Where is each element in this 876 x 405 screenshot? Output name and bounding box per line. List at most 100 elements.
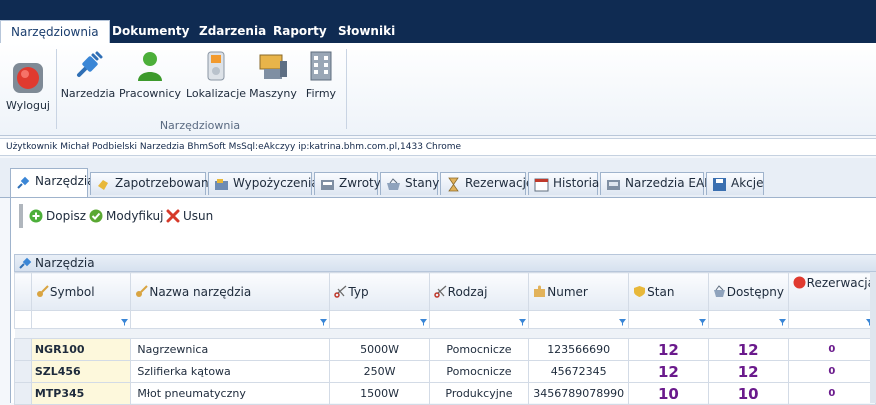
cell-kind[interactable]: Pomocnicze bbox=[428, 360, 530, 383]
tab-historia[interactable]: Historia bbox=[528, 172, 599, 195]
cell-type[interactable]: 250W bbox=[329, 360, 430, 383]
cell-symbol[interactable]: MTP345 bbox=[30, 382, 132, 405]
column-header-symbol[interactable]: Symbol bbox=[30, 272, 132, 311]
tab-zapotrzebowania[interactable]: Zapotrzebowania bbox=[90, 172, 219, 195]
filter-cell-symbol[interactable] bbox=[30, 310, 132, 329]
cell-reservation[interactable]: 0 bbox=[787, 338, 876, 361]
key-icon bbox=[36, 284, 49, 297]
tools-grid: Symbol Nazwa narzędzia Typ Rodzaj Numer … bbox=[14, 272, 876, 405]
ribbon-narzedzia-button[interactable]: Narzedzia bbox=[60, 49, 116, 100]
tab-akcje[interactable]: Akcje bbox=[706, 172, 764, 195]
tab-wypozyczenia[interactable]: Wypożyczenia bbox=[208, 172, 319, 195]
location-device-icon bbox=[207, 51, 225, 81]
filter-cell-rezerwacja[interactable] bbox=[787, 310, 876, 329]
ribbon-separator bbox=[346, 49, 347, 129]
row-header[interactable] bbox=[14, 360, 32, 383]
add-button[interactable]: Dopisz bbox=[29, 207, 86, 225]
cell-number[interactable]: 123566690 bbox=[528, 338, 630, 361]
basket-icon bbox=[387, 178, 400, 190]
calendar-icon bbox=[534, 178, 549, 192]
tab-stany[interactable]: Stany bbox=[380, 172, 439, 195]
menu-tab-slowniki[interactable]: Słowniki bbox=[328, 20, 405, 43]
hourglass-icon bbox=[448, 177, 459, 192]
filter-cell-stan[interactable] bbox=[628, 310, 709, 329]
cell-stan[interactable]: 12 bbox=[628, 360, 709, 383]
edit-label: Modyfikuj bbox=[106, 209, 164, 223]
filter-cell-dostepny[interactable] bbox=[707, 310, 789, 329]
vertical-scrollbar[interactable] bbox=[870, 272, 876, 403]
table-row[interactable]: MTP345 Młot pneumatyczny 1500W Produkcyj… bbox=[14, 382, 876, 405]
menu-tab-raporty[interactable]: Raporty bbox=[263, 20, 337, 43]
cell-symbol[interactable]: SZL456 bbox=[30, 360, 132, 383]
column-header-dostepny[interactable]: Dostępny bbox=[707, 272, 789, 311]
ribbon-maszyny-button[interactable]: Maszyny bbox=[249, 49, 297, 100]
edit-button[interactable]: Modyfikuj bbox=[89, 207, 164, 225]
add-label: Dopisz bbox=[46, 209, 87, 223]
row-header[interactable] bbox=[14, 338, 32, 361]
filter-cell-typ[interactable] bbox=[329, 310, 430, 329]
column-header-nazwa-label: Nazwa narzędzia bbox=[149, 284, 252, 299]
main-menu-bar: Narzędziownia Dokumenty Zdarzenia Raport… bbox=[0, 0, 876, 44]
cell-symbol[interactable]: NGR100 bbox=[30, 338, 132, 361]
cell-name[interactable]: Szlifierka kątowa bbox=[130, 360, 331, 383]
logout-label: Wyloguj bbox=[6, 99, 50, 112]
cell-reservation[interactable]: 0 bbox=[787, 382, 876, 405]
cell-kind[interactable]: Pomocnicze bbox=[428, 338, 530, 361]
table-row[interactable]: NGR100 Nagrzewnica 5000W Pomocnicze 1235… bbox=[14, 338, 876, 361]
tab-rezerwacje[interactable]: Rezerwacje bbox=[440, 172, 533, 195]
cell-name[interactable]: Nagrzewnica bbox=[130, 338, 331, 361]
column-header-rodzaj-label: Rodzaj bbox=[447, 284, 488, 299]
cell-type[interactable]: 5000W bbox=[329, 338, 430, 361]
delete-button[interactable]: Usun bbox=[166, 207, 213, 225]
column-header-stan-label: Stan bbox=[647, 284, 675, 299]
filter-cell-nazwa[interactable] bbox=[130, 310, 331, 329]
cell-kind[interactable]: Produkcyjne bbox=[428, 382, 530, 405]
table-row[interactable]: SZL456 Szlifierka kątowa 250W Pomocnicze… bbox=[14, 360, 876, 383]
menu-tab-narzedziownia[interactable]: Narzędziownia bbox=[0, 20, 110, 44]
filter-icon[interactable] bbox=[320, 319, 328, 326]
cell-number[interactable]: 3456789078990 bbox=[528, 382, 630, 405]
filter-row bbox=[14, 310, 876, 329]
filter-icon[interactable] bbox=[519, 319, 527, 326]
cell-available[interactable]: 12 bbox=[707, 360, 789, 383]
barcode-device-icon bbox=[607, 180, 620, 190]
content-panel: Dopisz Modyfikuj Usun Narzędzia Symbol N… bbox=[10, 198, 876, 405]
column-header-stan[interactable]: Stan bbox=[628, 272, 709, 311]
scissors-icon bbox=[433, 285, 447, 298]
tab-narzedzia[interactable]: Narzędzia bbox=[10, 168, 95, 197]
ribbon-narzedzia-label: Narzedzia bbox=[60, 87, 116, 100]
cell-stan[interactable]: 10 bbox=[628, 382, 709, 405]
row-header[interactable] bbox=[14, 382, 32, 405]
filter-cell-numer[interactable] bbox=[528, 310, 630, 329]
column-header-rodzaj[interactable]: Rodzaj bbox=[428, 272, 530, 311]
menu-tab-dokumenty[interactable]: Dokumenty bbox=[102, 20, 199, 43]
column-header-typ[interactable]: Typ bbox=[329, 272, 430, 311]
column-header-nazwa[interactable]: Nazwa narzędzia bbox=[130, 272, 331, 311]
cell-number[interactable]: 45672345 bbox=[528, 360, 630, 383]
cell-name[interactable]: Młot pneumatyczny bbox=[130, 382, 331, 405]
floppy-icon bbox=[713, 178, 726, 191]
user-icon bbox=[138, 52, 162, 81]
column-header-numer[interactable]: Numer bbox=[528, 272, 630, 311]
tab-zwroty-label: Zwroty bbox=[339, 176, 381, 190]
cell-available[interactable]: 12 bbox=[707, 338, 789, 361]
cell-available[interactable]: 10 bbox=[707, 382, 789, 405]
filter-icon[interactable] bbox=[698, 319, 706, 326]
filter-icon[interactable] bbox=[619, 319, 627, 326]
plug-icon bbox=[17, 176, 30, 189]
ribbon-pracownicy-button[interactable]: Pracownicy bbox=[118, 49, 182, 100]
column-header-rezerwacja[interactable]: Rezerwacja bbox=[787, 272, 876, 311]
logout-button[interactable]: Wyloguj bbox=[4, 61, 52, 112]
filter-icon[interactable] bbox=[121, 319, 129, 326]
cell-stan[interactable]: 12 bbox=[628, 338, 709, 361]
cell-reservation[interactable]: 0 bbox=[787, 360, 876, 383]
tab-zwroty[interactable]: Zwroty bbox=[314, 172, 381, 195]
cell-type[interactable]: 1500W bbox=[329, 382, 430, 405]
filter-icon[interactable] bbox=[778, 319, 786, 326]
filter-icon[interactable] bbox=[419, 319, 427, 326]
ribbon-firmy-button[interactable]: Firmy bbox=[302, 49, 340, 100]
ribbon-lokalizacje-button[interactable]: Lokalizacje bbox=[185, 49, 247, 100]
tab-narzedzia-ean[interactable]: Narzedzia EAN bbox=[600, 172, 713, 195]
filter-cell-rodzaj[interactable] bbox=[428, 310, 530, 329]
plug-icon bbox=[19, 257, 32, 269]
